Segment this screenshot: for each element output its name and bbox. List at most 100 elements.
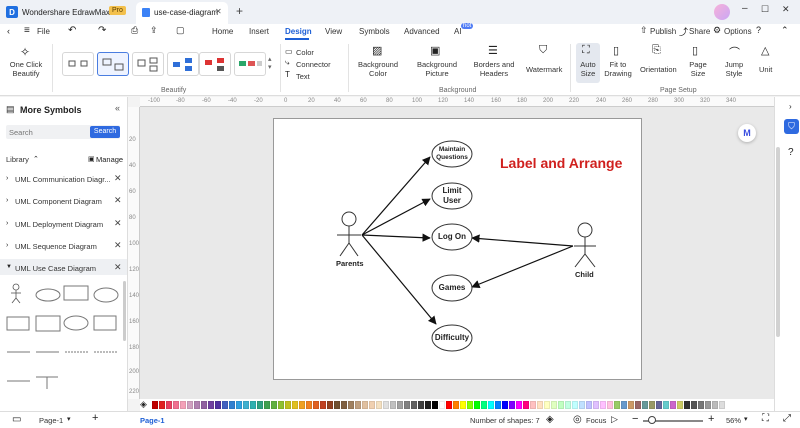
color-swatch[interactable] [306,401,312,409]
color-swatch[interactable] [341,401,347,409]
text-dropdown[interactable]: Text [296,72,310,81]
color-swatch[interactable] [152,401,158,409]
zoom-in-icon[interactable]: + [708,413,714,425]
redo-icon[interactable]: ↷ [98,25,106,36]
options-button[interactable]: Options [724,27,752,36]
library-item-uml-deployment[interactable]: UML Deployment Diagram [15,220,103,229]
color-swatch[interactable] [516,401,522,409]
collapse-up-icon[interactable]: ⌃ [781,25,789,36]
jump-style-icon[interactable]: ⌒ [729,44,740,60]
color-swatch[interactable] [467,401,473,409]
color-swatch[interactable] [628,401,634,409]
color-swatch[interactable] [579,401,585,409]
color-swatch[interactable] [572,401,578,409]
color-swatch[interactable] [376,401,382,409]
library-item-uml-use-case[interactable]: UML Use Case Diagram [15,264,96,273]
color-swatch[interactable] [425,401,431,409]
color-swatch[interactable] [418,401,424,409]
library-expand-icon[interactable]: ⌃ [33,155,39,163]
menu-design[interactable]: Design [285,27,312,36]
manage-button[interactable]: Manage [96,155,123,164]
avatar[interactable] [714,4,730,20]
focus-icon[interactable]: ◎ [573,414,582,425]
color-swatch[interactable] [285,401,291,409]
color-swatch[interactable] [677,401,683,409]
play-icon[interactable]: ▷ [611,414,618,425]
color-swatch[interactable] [201,401,207,409]
collapse-panel-icon[interactable]: « [115,103,120,113]
color-swatch[interactable] [390,401,396,409]
library-item-uml-communication[interactable]: UML Communication Diagr... [15,175,111,184]
borders-headers-icon[interactable]: ☰ [488,44,498,57]
new-tab-button[interactable]: + [236,4,243,18]
print-icon[interactable]: ⎙ [131,25,138,36]
color-icon[interactable]: ▭ [285,47,293,56]
color-swatch[interactable] [243,401,249,409]
drawing-page[interactable]: Label and Arrange Maintain Questions Lim… [273,118,642,380]
zoom-level[interactable]: 56% [726,416,741,425]
color-swatch[interactable] [194,401,200,409]
color-swatch[interactable] [691,401,697,409]
color-swatch[interactable] [670,401,676,409]
format-panel-icon[interactable]: ⛉ [784,119,799,134]
color-swatch[interactable] [663,401,669,409]
fit-to-drawing-icon[interactable]: ▯ [613,44,619,57]
fill-bucket-icon[interactable]: ◈ [140,399,147,410]
color-swatch[interactable] [509,401,515,409]
color-swatch[interactable] [362,401,368,409]
background-picture-icon[interactable]: ▣ [430,44,440,57]
color-swatch[interactable] [292,401,298,409]
theme-preset-4[interactable] [167,52,199,76]
panel-scrollbar[interactable] [123,281,126,341]
remove-library-icon[interactable]: ✕ [114,262,122,273]
color-dropdown[interactable]: Color [296,48,314,57]
color-swatch[interactable] [621,401,627,409]
help-icon[interactable]: ? [756,25,761,35]
color-swatch[interactable] [712,401,718,409]
menu-home[interactable]: Home [212,27,233,36]
color-swatch[interactable] [222,401,228,409]
document-tab[interactable]: use-case-diagram ✕ [136,2,228,24]
connector-icon[interactable]: ⤷ [285,58,289,68]
color-swatch[interactable] [600,401,606,409]
theme-preset-5[interactable] [199,52,231,76]
focus-button[interactable]: Focus [586,416,606,425]
color-swatch[interactable] [635,401,641,409]
menu-ai[interactable]: AI [454,27,462,36]
color-swatch[interactable] [495,401,501,409]
color-swatch[interactable] [208,401,214,409]
color-swatch[interactable] [642,401,648,409]
color-swatch[interactable] [173,401,179,409]
remove-library-icon[interactable]: ✕ [114,218,122,229]
unit-icon[interactable]: △ [761,44,769,57]
menu-view[interactable]: View [325,27,342,36]
orientation-button[interactable]: Orientation [640,65,677,74]
color-swatch[interactable] [229,401,235,409]
text-icon[interactable]: T [285,70,290,79]
color-swatch[interactable] [705,401,711,409]
publish-icon[interactable]: ⇧ [640,25,648,36]
color-swatch[interactable] [159,401,165,409]
menu-advanced[interactable]: Advanced [404,27,440,36]
menu-symbols[interactable]: Symbols [359,27,390,36]
color-swatch[interactable] [593,401,599,409]
watermark-button[interactable]: Watermark [526,65,562,74]
color-swatch[interactable] [530,401,536,409]
connector-dropdown[interactable]: Connector [296,60,331,69]
color-swatch[interactable] [488,401,494,409]
borders-headers-button[interactable]: Borders and Headers [470,60,518,78]
share-button[interactable]: Share [689,27,710,36]
color-swatch[interactable] [334,401,340,409]
theme-preset-6[interactable] [234,52,266,76]
fit-page-icon[interactable]: ⛶ [762,413,769,424]
color-swatch[interactable] [278,401,284,409]
color-swatch[interactable] [250,401,256,409]
theme-preset-3[interactable] [132,52,164,76]
manage-icon[interactable]: ▣ [88,155,95,163]
color-swatch[interactable] [460,401,466,409]
color-swatch[interactable] [257,401,263,409]
color-swatch[interactable] [446,401,452,409]
color-swatch[interactable] [348,401,354,409]
shape-thumbnails[interactable] [4,281,122,391]
one-click-beautify-button[interactable]: One Click Beautify [8,60,44,78]
